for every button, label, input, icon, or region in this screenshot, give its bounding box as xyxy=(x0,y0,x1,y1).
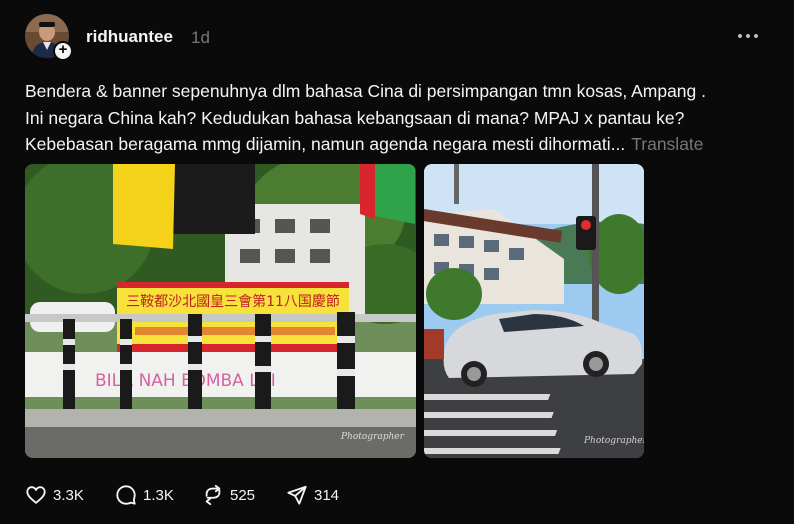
threads-post: + ridhuantee 1d Bendera & banner sepenuh… xyxy=(0,0,794,524)
photo-watermark: Photographer xyxy=(584,436,644,446)
caption-line: Bendera & banner sepenuhnya dlm bahasa C… xyxy=(25,81,706,101)
comment-button[interactable]: 1.3K xyxy=(115,482,174,508)
like-count: 3.3K xyxy=(53,486,84,504)
heart-icon xyxy=(26,486,46,504)
caption-line: Ini negara China kah? Kedudukan bahasa k… xyxy=(25,107,685,128)
repost-button[interactable]: 525 xyxy=(202,482,255,508)
translate-link[interactable]: Translate xyxy=(631,134,703,154)
comment-icon xyxy=(116,485,136,505)
share-count: 314 xyxy=(314,486,340,504)
comment-count: 1.3K xyxy=(143,486,174,504)
share-button[interactable]: 314 xyxy=(286,482,339,508)
photo-watermark: Photographer xyxy=(341,432,404,442)
follow-plus-icon[interactable]: + xyxy=(53,41,73,61)
post-photo-banner[interactable]: 三鞍都沙北國皇三會第11八国慶節 BILA NAH BOMBA LAI Phot… xyxy=(25,164,416,458)
more-icon[interactable] xyxy=(738,26,764,46)
street-photo-image xyxy=(424,164,644,458)
banner-text: 三鞍都沙北國皇三會第11八国慶節 xyxy=(126,293,340,310)
repost-icon xyxy=(205,484,221,506)
share-icon xyxy=(287,485,307,505)
post-photo-street[interactable]: Photographer xyxy=(424,164,644,458)
post-actions: 3.3K 1.3K 525 314 xyxy=(25,482,425,508)
post-time: 1d xyxy=(191,28,210,47)
repost-count: 525 xyxy=(230,486,256,504)
post-caption: Bendera & banner sepenuhnya dlm bahasa C… xyxy=(25,78,765,158)
like-button[interactable]: 3.3K xyxy=(25,482,84,508)
banner-photo-image: 三鞍都沙北國皇三會第11八国慶節 BILA NAH BOMBA LAI xyxy=(25,164,416,458)
username[interactable]: ridhuantee xyxy=(86,27,173,47)
caption-line: Kebebasan beragama mmg dijamin, namun ag… xyxy=(25,134,704,154)
